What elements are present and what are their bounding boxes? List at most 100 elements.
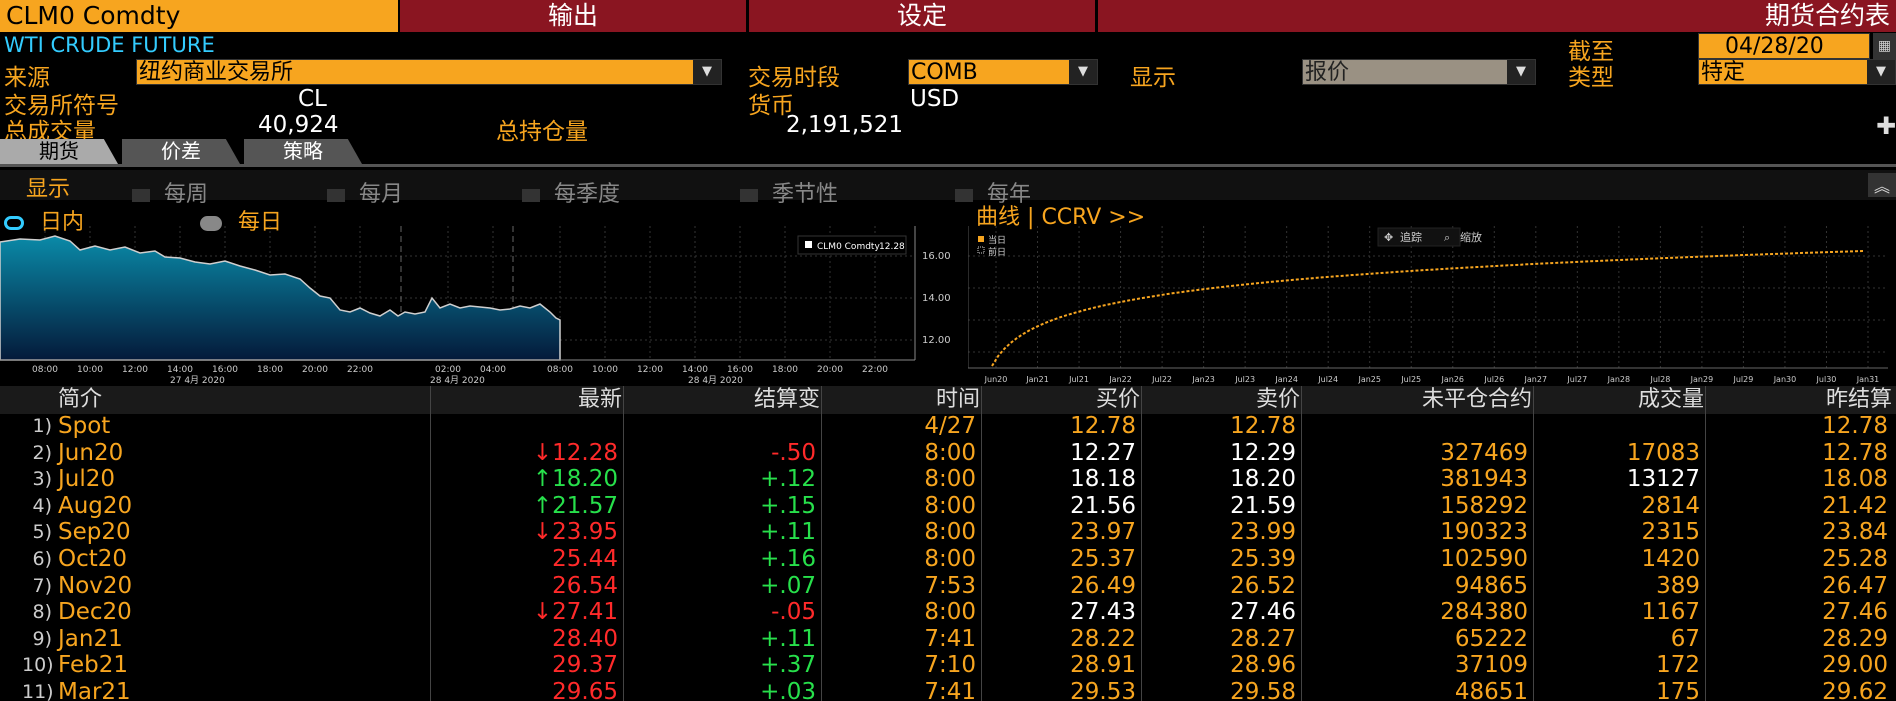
curve-x-tick-label: Jul22 <box>1151 375 1172 384</box>
contract-name[interactable]: Feb21 <box>58 652 128 678</box>
contract-name[interactable]: Nov20 <box>58 573 132 599</box>
security-field[interactable]: CLM0 Comdty <box>0 0 398 32</box>
cell-vol: 1420 <box>1641 546 1700 572</box>
table-row[interactable]: 8) Dec20 ↓27.41 -.05 8:00 27.43 27.46 284380 116… <box>0 599 1896 626</box>
x-tick-label: 10:00 <box>77 365 103 375</box>
cell-oi: 37109 <box>1454 652 1528 679</box>
tab-spreads[interactable]: 价差 <box>122 139 240 164</box>
cell-prev: 12.78 <box>1822 439 1888 466</box>
settings-label: 设定 <box>896 1 947 30</box>
table-row[interactable]: 6) Oct20 25.44 +.16 8:00 25.37 25.39 102590 1420… <box>0 546 1896 573</box>
curve-x-tick-label: Jan26 <box>1441 375 1465 384</box>
type-dropdown[interactable]: 特定 ▼ <box>1698 59 1896 85</box>
col-header-bid[interactable]: 买价 <box>982 388 1140 412</box>
curve-x-tick-label: Jan22 <box>1108 375 1132 384</box>
track-label: 追踪 <box>1400 230 1422 244</box>
cell-prev: 25.28 <box>1822 546 1888 572</box>
legend-prev-swatch-icon <box>977 246 985 254</box>
col-header-time[interactable]: 时间 <box>822 388 980 412</box>
contract-name[interactable]: Sep20 <box>58 519 131 545</box>
total-oi-label: 总持仓量 <box>496 119 588 145</box>
cell-bid: 25.37 <box>1070 546 1136 572</box>
settings-menu[interactable]: 设定 <box>749 0 1095 32</box>
contract-name[interactable]: Oct20 <box>58 546 127 572</box>
tab-futures[interactable]: 期货 <box>0 139 118 164</box>
cell-last: ↓23.95 <box>430 519 618 545</box>
legend-current-swatch-icon <box>978 236 984 242</box>
weekly-checkbox[interactable]: 每周 <box>132 176 208 208</box>
col-header-ask[interactable]: 卖价 <box>1142 388 1300 412</box>
asof-date-field[interactable]: 04/28/20 <box>1698 33 1870 59</box>
cell-time: 8:00 <box>924 492 976 519</box>
table-row[interactable]: 2) Jun20 ↓12.28 -.50 8:00 12.27 12.29 327469 170… <box>0 440 1896 467</box>
contract-name[interactable]: Dec20 <box>58 599 132 625</box>
tab-strategies[interactable]: 策略 <box>244 139 362 164</box>
table-row[interactable]: 4) Aug20 ↑21.57 +.15 8:00 21.56 21.59 158292 281… <box>0 493 1896 520</box>
table-row[interactable]: 9) Jan21 28.40 +.11 7:41 28.22 28.27 65222 67 28.… <box>0 626 1896 653</box>
col-header-volume[interactable]: 成交量 <box>1534 388 1704 412</box>
monthly-checkbox[interactable]: 每月 <box>327 176 403 208</box>
cell-time: 8:00 <box>924 599 976 626</box>
quarterly-checkbox[interactable]: 每季度 <box>522 176 620 208</box>
row-number: 10) <box>22 654 54 677</box>
col-header-last[interactable]: 最新 <box>430 388 622 412</box>
asof-value: 04/28/20 <box>1725 34 1824 59</box>
cell-prev: 12.78 <box>1822 413 1888 439</box>
table-row[interactable]: 1) Spot 4/27 12.78 12.78 12.78 <box>0 413 1896 440</box>
x-tick-label: 22:00 <box>347 365 373 375</box>
date-label: 28 4月 2020 <box>688 375 743 386</box>
table-row[interactable]: 3) Jul20 ↑18.20 +.12 8:00 18.18 18.20 381943 131… <box>0 466 1896 493</box>
contract-name[interactable]: Jun20 <box>58 440 123 466</box>
cell-time: 7:41 <box>924 679 976 701</box>
cell-vol: 17083 <box>1626 439 1700 466</box>
cell-bid: 18.18 <box>1070 466 1136 493</box>
col-header-open-interest[interactable]: 未平仓合约 <box>1302 388 1532 412</box>
source-dropdown[interactable]: 纽约商业交易所 ▼ <box>136 59 722 85</box>
curve-x-tick-label: Jul26 <box>1483 375 1504 384</box>
cell-ask: 21.59 <box>1230 492 1296 519</box>
exchange-symbol-value: CL <box>298 86 327 112</box>
intraday-chart[interactable]: CLM0 Comdty 12.28 16.00 14.00 12.00 08:0… <box>0 226 960 386</box>
seasonal-checkbox[interactable]: 季节性 <box>740 176 838 208</box>
row-number: 7) <box>32 574 52 597</box>
cell-last: ↑18.20 <box>430 466 618 492</box>
col-header-prev-settle[interactable]: 昨结算 <box>1706 388 1892 412</box>
cell-chg: +.11 <box>760 519 816 546</box>
col-header-name[interactable]: 简介 <box>58 388 102 412</box>
cell-ask: 25.39 <box>1230 546 1296 572</box>
row-number: 1) <box>32 415 52 437</box>
x-tick-label: 08:00 <box>547 365 573 375</box>
contract-name[interactable]: Jan21 <box>58 626 123 652</box>
curve-x-tick-label: Jan27 <box>1524 375 1548 384</box>
output-menu[interactable]: 输出 <box>400 0 746 32</box>
security-ticker: CLM0 Comdty <box>6 1 181 30</box>
contract-name[interactable]: Jul20 <box>58 466 115 492</box>
cell-ask: 12.29 <box>1230 439 1296 466</box>
calendar-icon[interactable]: ▦ <box>1873 33 1896 59</box>
cell-prev: 27.46 <box>1822 599 1888 626</box>
contract-name[interactable]: Mar21 <box>58 679 131 701</box>
col-header-change[interactable]: 结算变 <box>624 388 820 412</box>
display-dropdown[interactable]: 报价 ▼ <box>1302 59 1536 85</box>
cell-ask: 29.58 <box>1230 679 1296 701</box>
output-label: 输出 <box>547 1 598 30</box>
table-row[interactable]: 11) Mar21 29.65 +.03 7:41 29.53 29.58 48651 175 2… <box>0 679 1896 701</box>
row-number: 8) <box>32 601 52 624</box>
collapse-icon[interactable]: ︽ <box>1868 173 1896 197</box>
cell-chg: +.12 <box>760 466 816 493</box>
x-tick-label: 10:00 <box>592 365 618 375</box>
last-value: 29.65 <box>552 679 618 701</box>
contract-name[interactable]: Aug20 <box>58 493 132 519</box>
checkbox-icon <box>955 188 973 202</box>
forward-curve-chart[interactable]: 当日 前日 ✥ 追踪 ⌕ 缩放 Jun20 Jan21 Jul21 Jan22 Jul2… <box>968 226 1896 388</box>
cell-ask: 28.96 <box>1230 652 1296 679</box>
cell-oi: 284380 <box>1440 599 1528 626</box>
add-icon[interactable]: ✚ <box>1876 112 1896 140</box>
table-row[interactable]: 7) Nov20 26.54 +.07 7:53 26.49 26.52 94865 389 26… <box>0 573 1896 600</box>
contract-name[interactable]: Spot <box>58 413 110 439</box>
session-dropdown[interactable]: COMB ▼ <box>908 59 1098 85</box>
curve-x-tick-label: Jul21 <box>1068 375 1089 384</box>
table-row[interactable]: 5) Sep20 ↓23.95 +.11 8:00 23.97 23.99 190323 231… <box>0 519 1896 546</box>
arrow-up-icon: ↑ <box>532 466 553 493</box>
table-row[interactable]: 10) Feb21 29.37 +.37 7:10 28.91 28.96 37109 172 2… <box>0 652 1896 679</box>
